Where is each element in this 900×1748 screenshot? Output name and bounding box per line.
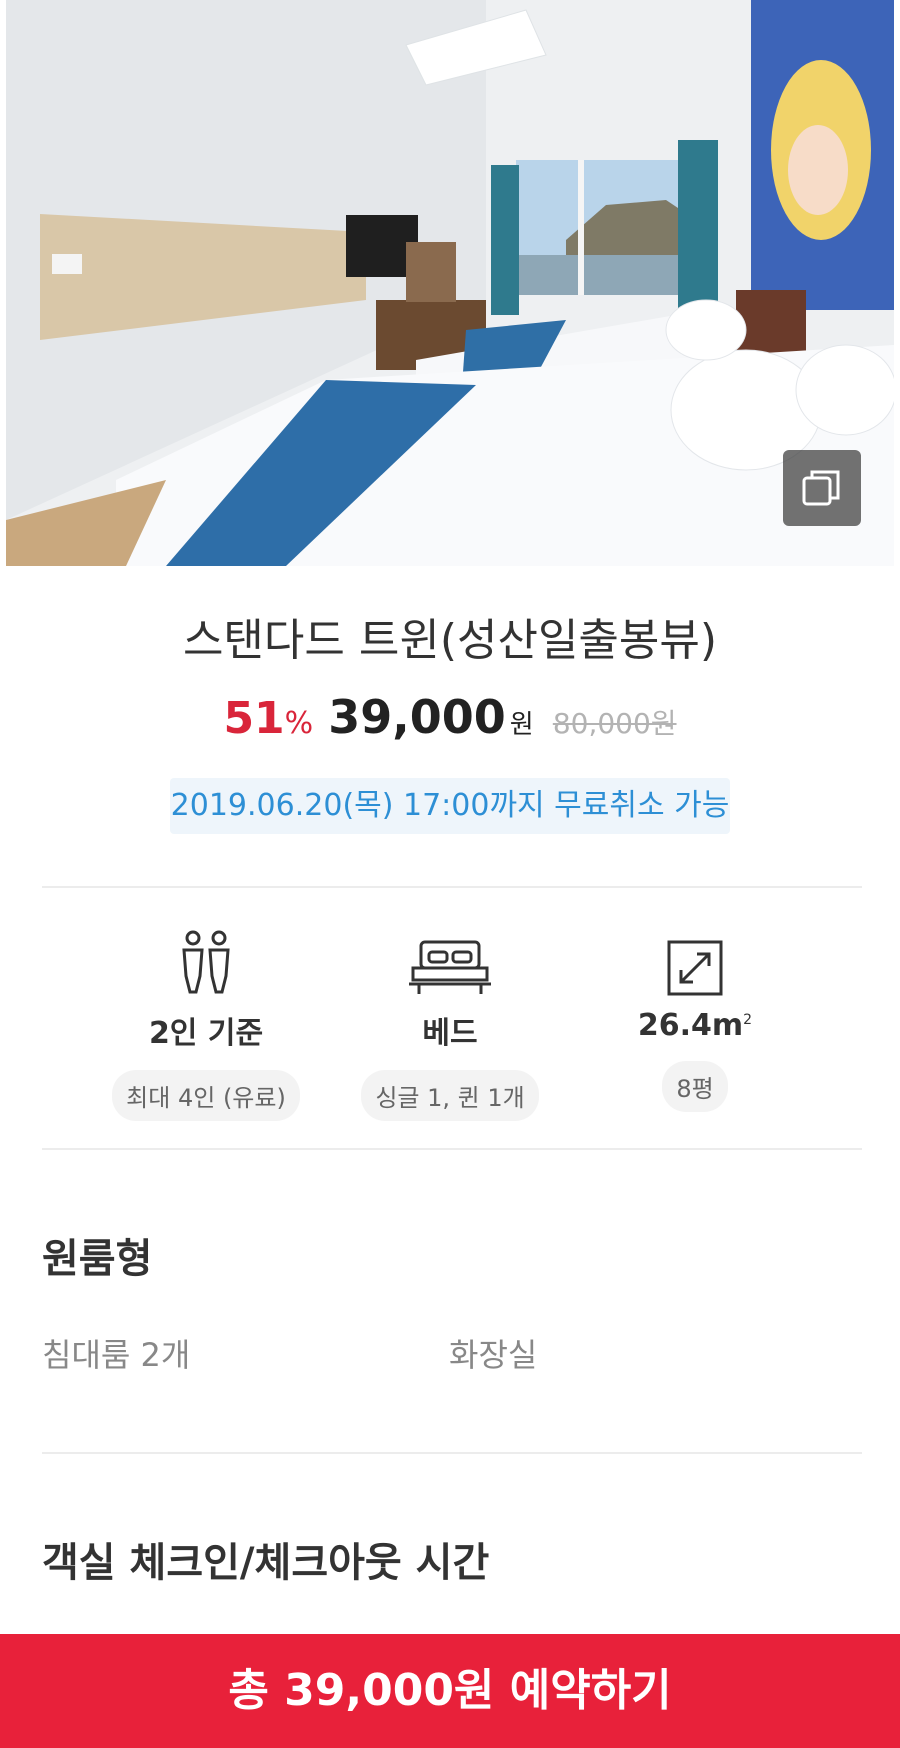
room-name: 스탠다드 트윈(성산일출봉뷰) <box>182 615 718 666</box>
spec-label: 베드 <box>422 1016 478 1051</box>
checkin-section-title: 객실 체크인/체크아웃 시간 <box>42 1540 490 1586</box>
room-type-title: 원룸형 <box>42 1236 153 1282</box>
book-button[interactable]: 총 39,000원 예약하기 <box>0 1634 900 1748</box>
divider <box>42 886 862 888</box>
facility-item: 침대룸 2개 <box>42 1336 191 1374</box>
room-photo[interactable] <box>6 0 894 566</box>
divider <box>42 1148 862 1150</box>
spec-chip: 최대 4인 (유료) <box>112 1070 300 1121</box>
discount-rate: 51 <box>223 693 285 744</box>
facility-item: 화장실 <box>449 1336 538 1374</box>
free-cancel-badge: 2019.06.20(목) 17:00까지 무료취소 가능 <box>170 778 730 834</box>
gallery-button[interactable] <box>783 450 861 526</box>
spec-occupancy: 2인 기준 최대 4인 (유료) <box>91 926 321 1121</box>
spec-label: 26.4m2 <box>637 1008 753 1043</box>
discount-unit: % <box>284 706 314 741</box>
original-price: 80,000원 <box>552 707 677 740</box>
price-row: 51% 39,000 원 80,000원 <box>6 690 894 744</box>
room-photo-illustration <box>6 0 894 566</box>
spec-bed: 베드 싱글 1, 퀸 1개 <box>335 926 565 1121</box>
divider <box>42 1452 862 1454</box>
spec-size: 26.4m2 8평 <box>580 926 810 1112</box>
bed-icon <box>335 926 565 996</box>
spec-chip: 8평 <box>662 1061 728 1112</box>
price-unit: 원 <box>509 710 534 740</box>
gallery-icon <box>802 470 840 506</box>
people-icon <box>91 926 321 996</box>
sale-price: 39,000 <box>328 690 506 744</box>
room-detail: 스탠다드 트윈(성산일출봉뷰) 51% 39,000 원 80,000원 2019… <box>6 566 894 1610</box>
expand-icon <box>580 926 810 996</box>
spec-chip: 싱글 1, 퀸 1개 <box>361 1070 539 1121</box>
spec-label: 2인 기준 <box>148 1016 264 1051</box>
